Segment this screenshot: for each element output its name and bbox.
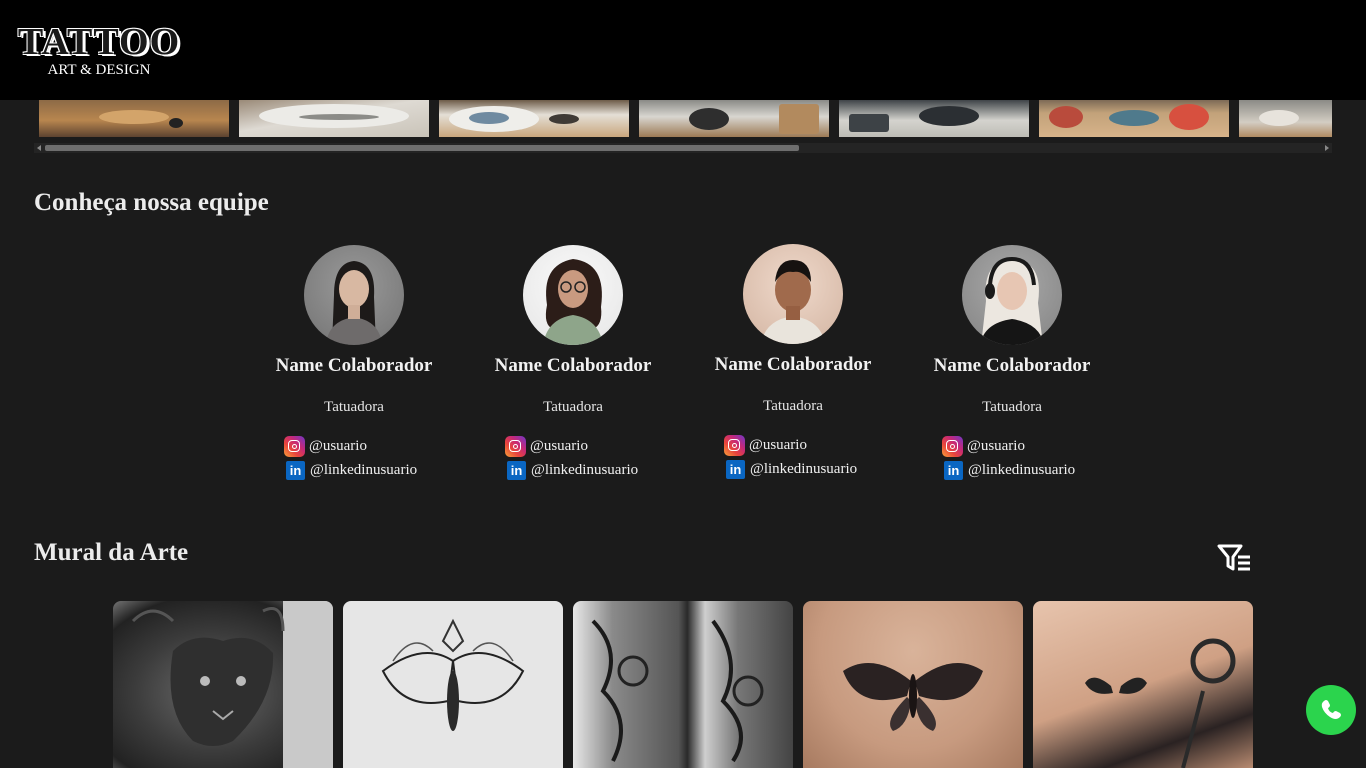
gallery-image-studio-room[interactable] [1239,100,1332,137]
member-name: Name Colaborador [714,354,872,375]
instagram-icon [942,435,963,457]
gallery-image-tattoo-flash-table[interactable] [1039,100,1229,137]
site-header: TATTOO ART & DESIGN [0,0,1366,100]
instagram-handle: @usuario [749,436,807,453]
instagram-link[interactable]: @usuario [284,434,464,458]
linkedin-handle: @linkedinusuario [968,461,1076,478]
member-role: Tatuadora [982,399,1042,415]
avatar [523,245,623,345]
team-member-card: Name Colaborador Tatuadora @usuario in @… [463,245,683,482]
logo-subtitle: ART & DESIGN [47,62,151,78]
instagram-icon [505,435,526,457]
instagram-handle: @usuario [309,437,367,454]
instagram-handle: @usuario [967,437,1025,454]
member-socials: @usuario in @linkedinusuario [505,434,683,482]
instagram-link[interactable]: @usuario [724,433,903,457]
gallery-scroll-thumb[interactable] [45,145,799,151]
linkedin-handle: @linkedinusuario [750,460,858,477]
instagram-icon [724,434,745,456]
team-member-card: Name Colaborador Tatuadora @usuario in @… [244,245,464,482]
whatsapp-button[interactable] [1306,685,1356,735]
avatar [304,245,404,345]
linkedin-icon: in [286,460,305,480]
filter-list-icon[interactable] [1216,542,1252,574]
scroll-right-icon[interactable] [1325,145,1329,151]
avatar [962,245,1062,345]
member-name: Name Colaborador [933,355,1091,376]
artwork-butterfly-rose-shoulder-tattoo[interactable] [1033,601,1253,768]
member-role: Tatuadora [543,399,603,415]
artwork-ornamental-sleeve[interactable] [573,601,793,768]
gallery-image-studio-desk[interactable] [39,100,229,137]
linkedin-handle: @linkedinusuario [531,461,639,478]
gallery-image-studio-chair[interactable] [639,100,829,137]
artwork-butterfly-sketch[interactable] [343,601,563,768]
member-socials: @usuario in @linkedinusuario [724,433,903,481]
linkedin-link[interactable]: in @linkedinusuario [505,458,683,482]
team-member-card: Name Colaborador Tatuadora @usuario in @… [683,244,903,481]
linkedin-icon: in [726,459,745,479]
member-name: Name Colaborador [494,355,652,376]
member-socials: @usuario in @linkedinusuario [284,434,464,482]
linkedin-icon: in [944,460,963,480]
artwork-panther-tattoo[interactable] [113,601,333,768]
instagram-link[interactable]: @usuario [942,434,1122,458]
instagram-link[interactable]: @usuario [505,434,683,458]
whatsapp-icon [1321,700,1341,719]
linkedin-handle: @linkedinusuario [310,461,418,478]
gallery-scrollbar[interactable] [34,143,1332,153]
member-role: Tatuadora [763,398,823,414]
team-section-title: Conheça nossa equipe [34,189,269,216]
studio-gallery [34,100,1332,158]
scroll-left-icon[interactable] [37,145,41,151]
linkedin-link[interactable]: in @linkedinusuario [284,458,464,482]
linkedin-link[interactable]: in @linkedinusuario [724,457,903,481]
instagram-icon [284,435,305,457]
gallery-image-drawing-table[interactable] [439,100,629,137]
gallery-image-studio-office[interactable] [839,100,1029,137]
linkedin-icon: in [507,460,526,480]
member-socials: @usuario in @linkedinusuario [942,434,1122,482]
member-role: Tatuadora [324,399,384,415]
artwork-butterfly-back-tattoo[interactable] [803,601,1023,768]
logo-title: TATTOO [17,21,181,63]
instagram-handle: @usuario [530,437,588,454]
linkedin-link[interactable]: in @linkedinusuario [942,458,1122,482]
gallery-image-sketch-paper[interactable] [239,100,429,137]
member-name: Name Colaborador [275,355,433,376]
logo[interactable]: TATTOO ART & DESIGN [18,22,198,78]
avatar [743,244,843,344]
team-member-card: Name Colaborador Tatuadora @usuario in @… [902,245,1122,482]
mural-section-title: Mural da Arte [34,539,189,566]
